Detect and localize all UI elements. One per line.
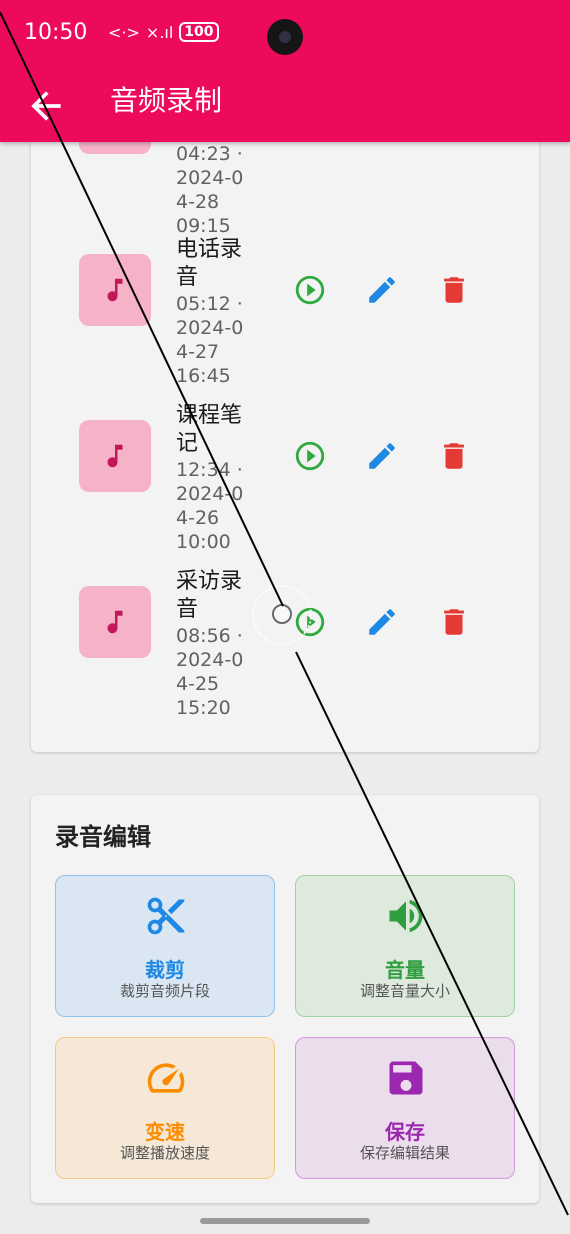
app-bar: 音频录制 xyxy=(0,70,570,142)
delete-button[interactable] xyxy=(436,604,472,640)
volume-label: 音量 xyxy=(385,958,425,982)
signal-icon: ×.ıl xyxy=(145,22,174,42)
pencil-icon xyxy=(369,609,395,635)
touch-indicator xyxy=(272,604,292,624)
edit-button[interactable] xyxy=(364,272,400,308)
save-tile[interactable]: 保存 保存编辑结果 xyxy=(295,1037,515,1179)
recording-title: 采访录 音 xyxy=(176,569,243,622)
volume-tile[interactable]: 音量 调整音量大小 xyxy=(295,875,515,1017)
trim-desc: 裁剪音频片段 xyxy=(119,982,210,1000)
delete-button[interactable] xyxy=(436,438,472,474)
trash-icon xyxy=(444,443,464,469)
edit-section: 录音编辑 裁剪 裁剪音频片段 音量 调整音量大小 变速 调整播放速度 保存 保存… xyxy=(31,795,539,1203)
pencil-icon xyxy=(369,277,395,303)
page-title: 音频录制 xyxy=(110,84,223,117)
arrow-back-icon xyxy=(31,91,61,121)
recording-thumbnail xyxy=(79,254,151,326)
play-circle-icon xyxy=(295,275,325,305)
trash-icon xyxy=(444,277,464,303)
trash-icon xyxy=(444,609,464,635)
save-label: 保存 xyxy=(385,1120,425,1144)
recording-item[interactable]: 课程笔 记 12:34 · 2024-0 4-26 10:00 xyxy=(31,400,539,560)
save-desc: 保存编辑结果 xyxy=(359,1144,450,1162)
save-icon xyxy=(389,1061,423,1095)
recording-item[interactable]: 电话录 音 05:12 · 2024-0 4-27 16:45 xyxy=(31,234,539,394)
edit-button[interactable] xyxy=(364,438,400,474)
status-time: 10:50 xyxy=(24,20,88,45)
status-bar: 10:50 <·> ×.ıl 100 xyxy=(0,0,570,70)
recording-title: 电话录 音 xyxy=(176,237,243,290)
back-button[interactable] xyxy=(24,84,68,128)
recording-meta: 08:56 · 2024-0 4-25 15:20 xyxy=(176,625,244,719)
recording-thumbnail xyxy=(79,586,151,658)
pencil-icon xyxy=(369,443,395,469)
play-circle-icon xyxy=(295,441,325,471)
recording-thumbnail xyxy=(79,420,151,492)
battery-icon: 100 xyxy=(179,22,219,42)
trim-tile[interactable]: 裁剪 裁剪音频片段 xyxy=(55,875,275,1017)
delete-button[interactable] xyxy=(436,272,472,308)
recording-meta: 05:12 · 2024-0 4-27 16:45 xyxy=(176,293,244,387)
scissors-icon xyxy=(147,897,185,935)
play-button[interactable] xyxy=(292,438,328,474)
volume-icon xyxy=(389,899,423,933)
music-note-icon xyxy=(107,610,123,634)
music-note-icon xyxy=(107,278,123,302)
speed-tile[interactable]: 变速 调整播放速度 xyxy=(55,1037,275,1179)
camera-cutout xyxy=(267,19,303,55)
volume-desc: 调整音量大小 xyxy=(359,982,450,1000)
speed-desc: 调整播放速度 xyxy=(119,1144,210,1162)
recording-title: 课程笔 记 xyxy=(176,403,243,456)
music-note-icon xyxy=(107,444,123,468)
recording-meta: 04:23 · 2024-0 4-28 09:15 xyxy=(176,143,244,237)
recording-meta: 12:34 · 2024-0 4-26 10:00 xyxy=(176,459,244,553)
home-indicator[interactable] xyxy=(200,1218,370,1224)
data-transfer-icon: <·> xyxy=(108,22,140,42)
status-icons: <·> ×.ıl 100 xyxy=(108,22,219,42)
edit-button[interactable] xyxy=(364,604,400,640)
speedometer-icon xyxy=(147,1063,185,1093)
trim-label: 裁剪 xyxy=(145,958,185,982)
recordings-list[interactable]: 04:23 · 2024-0 4-28 09:15 电话录 音 05:12 · … xyxy=(31,120,539,752)
edit-section-title: 录音编辑 xyxy=(55,823,151,851)
play-button[interactable] xyxy=(292,272,328,308)
speed-label: 变速 xyxy=(145,1120,185,1144)
